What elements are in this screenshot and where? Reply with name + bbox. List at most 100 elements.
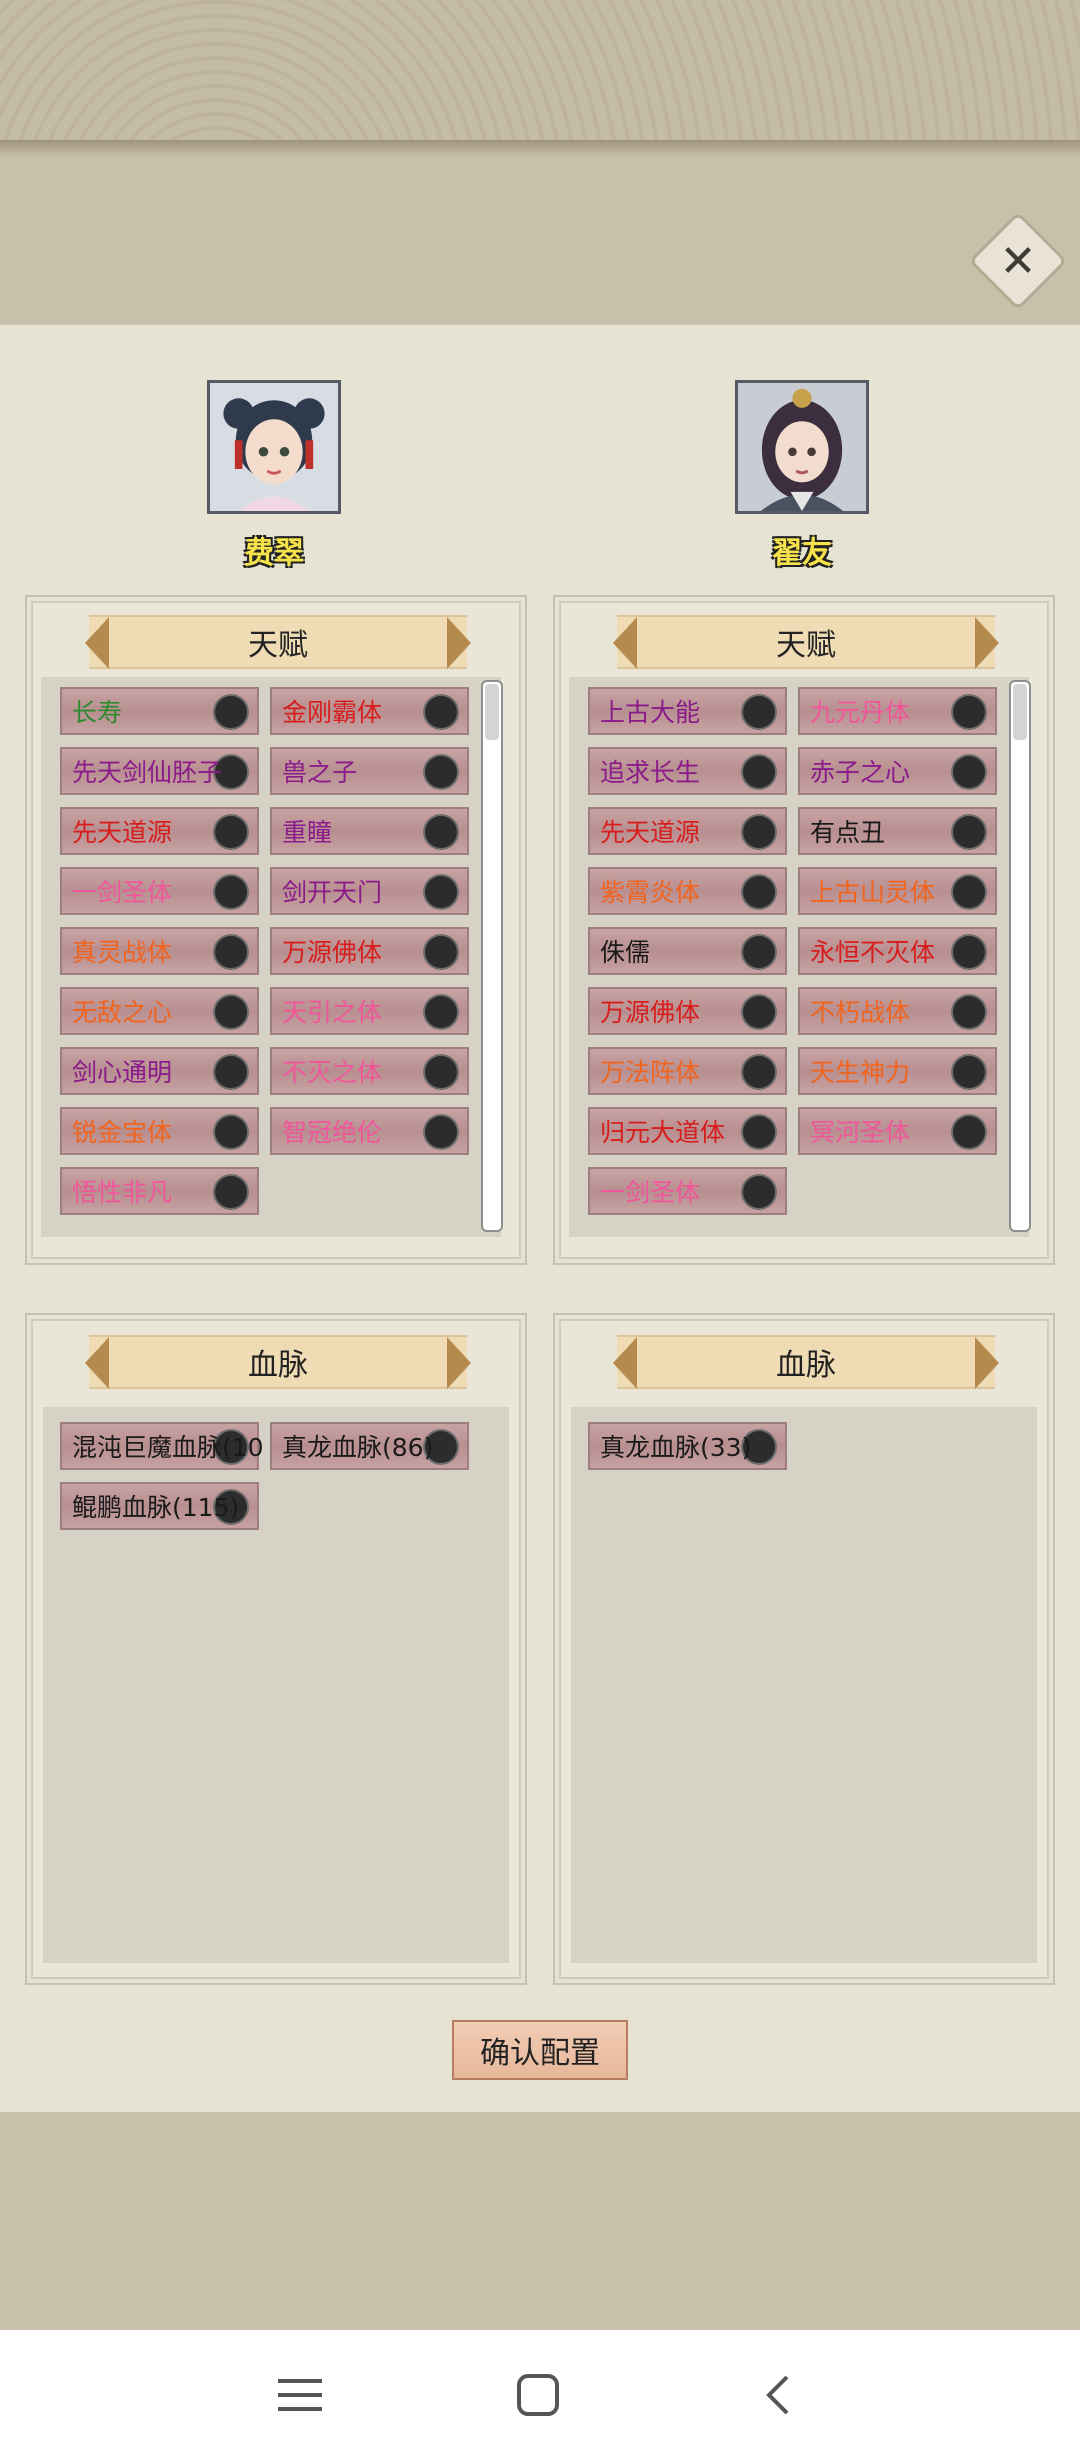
talent-right-toggle-icon[interactable]: [953, 816, 985, 848]
talent-right-toggle-icon[interactable]: [743, 876, 775, 908]
talent-left-toggle-icon[interactable]: [215, 1116, 247, 1148]
talent-right-chip[interactable]: 上古大能: [588, 687, 787, 735]
talent-right-chip[interactable]: 归元大道体: [588, 1107, 787, 1155]
back-icon[interactable]: [748, 2365, 808, 2425]
talent-right-label: 侏儒: [600, 938, 651, 967]
talent-right-toggle-icon[interactable]: [743, 936, 775, 968]
header-background: [0, 0, 1080, 325]
bloodline-left-chip[interactable]: 鲲鹏血脉(115): [60, 1482, 259, 1530]
talent-scrollbar-right[interactable]: [1009, 680, 1031, 1232]
talent-right-chip[interactable]: 上古山灵体: [798, 867, 997, 915]
talent-left-label: 无敌之心: [72, 998, 173, 1027]
bloodline-left-chip[interactable]: 真龙血脉(86): [270, 1422, 469, 1470]
avatar-right: [735, 380, 869, 514]
bloodline-right-chip[interactable]: 真龙血脉(33): [588, 1422, 787, 1470]
talent-left-toggle-icon[interactable]: [425, 756, 457, 788]
talent-right-chip[interactable]: 冥河圣体: [798, 1107, 997, 1155]
talent-right-label: 天生神力: [810, 1058, 911, 1087]
talent-left-chip[interactable]: 无敌之心: [60, 987, 259, 1035]
talent-left-toggle-icon[interactable]: [425, 1056, 457, 1088]
wave-pattern: [0, 0, 1080, 150]
home-icon[interactable]: [508, 2365, 568, 2425]
talent-left-label: 万源佛体: [282, 938, 383, 967]
talent-right-toggle-icon[interactable]: [953, 756, 985, 788]
talent-right-chip[interactable]: 追求长生: [588, 747, 787, 795]
talent-right-toggle-icon[interactable]: [743, 1116, 775, 1148]
bloodline-left-chip[interactable]: 混沌巨魔血脉(10: [60, 1422, 264, 1470]
menu-icon[interactable]: [270, 2365, 330, 2425]
talent-right-toggle-icon[interactable]: [953, 996, 985, 1028]
talent-right-chip[interactable]: 万法阵体: [588, 1047, 787, 1095]
talent-right-toggle-icon[interactable]: [743, 996, 775, 1028]
talent-right-chip[interactable]: 不朽战体: [798, 987, 997, 1035]
talent-left-chip[interactable]: 一剑圣体: [60, 867, 259, 915]
talent-left-chip[interactable]: 长寿: [60, 687, 259, 735]
talent-right-toggle-icon[interactable]: [743, 816, 775, 848]
talent-left-toggle-icon[interactable]: [215, 816, 247, 848]
talent-right-toggle-icon[interactable]: [953, 876, 985, 908]
confirm-config-button[interactable]: 确认配置: [452, 2020, 628, 2080]
bloodline-grid-right: [571, 1407, 1037, 1963]
talent-right-chip[interactable]: 天生神力: [798, 1047, 997, 1095]
talent-right-chip[interactable]: 九元丹体: [798, 687, 997, 735]
talent-left-toggle-icon[interactable]: [215, 996, 247, 1028]
talent-right-toggle-icon[interactable]: [953, 696, 985, 728]
talent-right-chip[interactable]: 紫霄炎体: [588, 867, 787, 915]
talent-left-chip[interactable]: 剑心通明: [60, 1047, 259, 1095]
footer-background: [0, 2112, 1080, 2330]
talent-title-right: 天赋: [776, 628, 836, 663]
talent-left-chip[interactable]: 重瞳: [270, 807, 469, 855]
bloodline-title-left: 血脉: [248, 1348, 308, 1383]
talent-left-chip[interactable]: 不灭之体: [270, 1047, 469, 1095]
talent-left-toggle-icon[interactable]: [215, 1176, 247, 1208]
talent-right-label: 有点丑: [810, 818, 886, 847]
talent-left-chip[interactable]: 天引之体: [270, 987, 469, 1035]
talent-right-toggle-icon[interactable]: [953, 1056, 985, 1088]
talent-right-toggle-icon[interactable]: [743, 1056, 775, 1088]
talent-right-chip[interactable]: 赤子之心: [798, 747, 997, 795]
talent-left-label: 智冠绝伦: [282, 1118, 383, 1147]
talent-left-chip[interactable]: 真灵战体: [60, 927, 259, 975]
talent-right-toggle-icon[interactable]: [953, 1116, 985, 1148]
talent-right-label: 追求长生: [600, 758, 701, 787]
talent-left-toggle-icon[interactable]: [215, 876, 247, 908]
talent-left-toggle-icon[interactable]: [215, 696, 247, 728]
talent-left-toggle-icon[interactable]: [215, 936, 247, 968]
talent-left-chip[interactable]: 万源佛体: [270, 927, 469, 975]
talent-left-chip[interactable]: 兽之子: [270, 747, 469, 795]
talent-right-chip[interactable]: 有点丑: [798, 807, 997, 855]
talent-left-chip[interactable]: 先天剑仙胚子: [60, 747, 259, 795]
talent-right-chip[interactable]: 先天道源: [588, 807, 787, 855]
talent-right-chip[interactable]: 万源佛体: [588, 987, 787, 1035]
talent-left-toggle-icon[interactable]: [425, 996, 457, 1028]
talent-right-chip[interactable]: 一剑圣体: [588, 1167, 787, 1215]
talent-right-label: 一剑圣体: [600, 1178, 701, 1207]
talent-right-toggle-icon[interactable]: [743, 1176, 775, 1208]
talent-right-chip[interactable]: 侏儒: [588, 927, 787, 975]
talent-right-toggle-icon[interactable]: [743, 756, 775, 788]
talent-right-toggle-icon[interactable]: [743, 696, 775, 728]
talent-left-chip[interactable]: 锐金宝体: [60, 1107, 259, 1155]
talent-left-chip[interactable]: 智冠绝伦: [270, 1107, 469, 1155]
talent-left-label: 重瞳: [282, 818, 333, 847]
talent-left-toggle-icon[interactable]: [425, 816, 457, 848]
talent-left-chip[interactable]: 金刚霸体: [270, 687, 469, 735]
talent-left-toggle-icon[interactable]: [425, 876, 457, 908]
talent-left-toggle-icon[interactable]: [425, 936, 457, 968]
talent-right-label: 万源佛体: [600, 998, 701, 1027]
talent-scrollbar-left[interactable]: [481, 680, 503, 1232]
talent-left-label: 悟性非凡: [72, 1178, 173, 1207]
talent-left-chip[interactable]: 悟性非凡: [60, 1167, 259, 1215]
bloodline-banner-left: 血脉: [85, 1335, 471, 1389]
talent-left-chip[interactable]: 先天道源: [60, 807, 259, 855]
talent-right-label: 上古大能: [600, 698, 701, 727]
talent-right-toggle-icon[interactable]: [953, 936, 985, 968]
talent-left-toggle-icon[interactable]: [425, 1116, 457, 1148]
talent-left-chip[interactable]: 剑开天门: [270, 867, 469, 915]
talent-title-left: 天赋: [248, 628, 308, 663]
talent-left-toggle-icon[interactable]: [425, 696, 457, 728]
talent-right-chip[interactable]: 永恒不灭体: [798, 927, 997, 975]
talent-left-toggle-icon[interactable]: [215, 1056, 247, 1088]
talent-left-label: 真灵战体: [72, 938, 173, 967]
bloodline-panel-right: 血脉: [553, 1313, 1055, 1985]
